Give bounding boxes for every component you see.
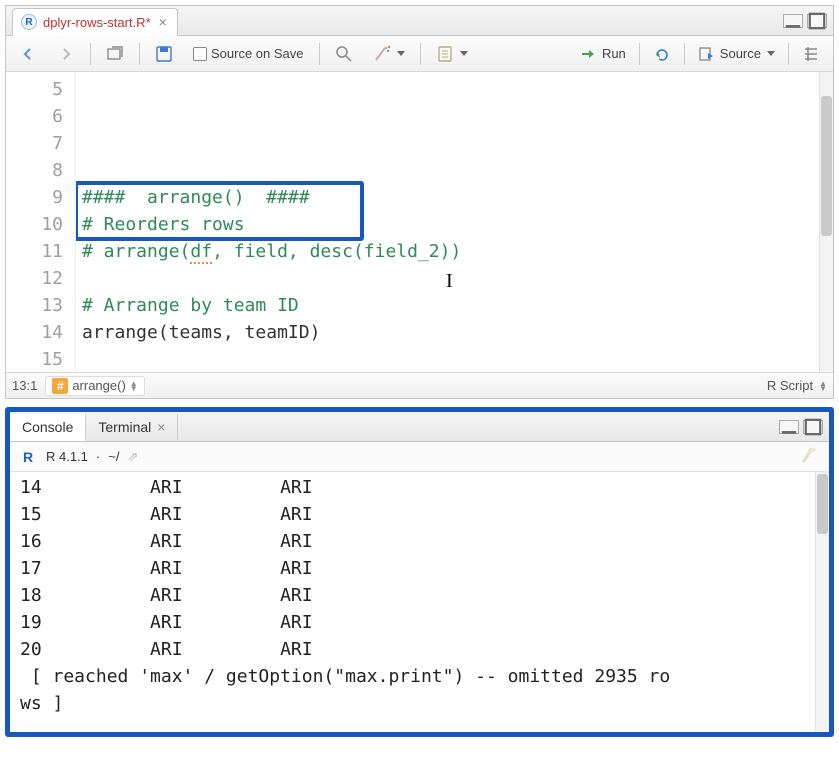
code-line[interactable]: arrange(teams, teamID) — [82, 319, 813, 346]
editor-body[interactable]: 56789101112131415 #### arrange() ##### R… — [6, 72, 833, 372]
r-file-icon: R — [21, 14, 37, 30]
dot-separator: · — [96, 449, 100, 464]
editor-tab[interactable]: R dplyr-rows-start.R* × — [12, 8, 178, 36]
save-button[interactable] — [148, 41, 180, 67]
popout-icon[interactable]: ⇗ — [127, 449, 138, 465]
code-line[interactable] — [82, 346, 813, 372]
terminal-tab[interactable]: Terminal × — [86, 414, 178, 440]
editor-statusbar: 13:1 # arrange() ▲▼ R Script ▲▼ — [6, 372, 833, 398]
console-tab[interactable]: Console — [10, 414, 86, 441]
chevron-down-icon — [460, 51, 468, 56]
close-tab-icon[interactable]: × — [157, 14, 169, 30]
source-button[interactable]: Source — [691, 41, 782, 67]
editor-scrollbar[interactable] — [819, 72, 833, 372]
section-name: arrange() — [72, 378, 125, 393]
working-dir-label: ~/ — [108, 449, 119, 464]
editor-tab-label: dplyr-rows-start.R* — [43, 15, 151, 30]
source-label: Source — [720, 46, 761, 61]
sort-arrows-icon: ▲▼ — [819, 381, 827, 391]
editor-toolbar: Source on Save Run Source — [6, 36, 833, 72]
minimize-pane-button[interactable] — [783, 14, 803, 28]
cursor-position: 13:1 — [12, 378, 37, 393]
file-type-label: R Script — [767, 378, 813, 393]
selection-highlight — [76, 181, 364, 241]
maximize-pane-button[interactable] — [807, 14, 827, 28]
chevron-down-icon — [397, 51, 405, 56]
text-cursor-icon: I — [446, 268, 453, 295]
console-output[interactable]: 14 ARI ARI 15 ARI ARI 16 ARI ARI 17 ARI … — [10, 472, 829, 732]
run-label: Run — [602, 46, 626, 61]
code-area[interactable]: #### arrange() ##### Reorders rows# arra… — [76, 72, 819, 372]
code-tools-button[interactable] — [366, 41, 412, 67]
console-header: R R 4.1.1 · ~/ ⇗ — [10, 442, 829, 472]
run-button[interactable]: Run — [573, 41, 633, 67]
forward-button[interactable] — [50, 41, 82, 67]
minimize-pane-button[interactable] — [779, 420, 799, 434]
code-line[interactable]: # arrange(df, field, desc(field_2)) — [82, 238, 813, 265]
find-button[interactable] — [328, 41, 360, 67]
console-tabbar: Console Terminal × — [10, 412, 829, 442]
rerun-button[interactable] — [646, 41, 678, 67]
source-on-save-label: Source on Save — [211, 46, 304, 61]
outline-button[interactable] — [795, 41, 827, 67]
chevron-down-icon — [767, 51, 775, 56]
close-icon[interactable]: × — [157, 419, 165, 435]
console-text: 14 ARI ARI 15 ARI ARI 16 ARI ARI 17 ARI … — [20, 474, 819, 717]
sort-arrows-icon: ▲▼ — [130, 381, 138, 391]
clear-console-icon[interactable] — [801, 451, 821, 466]
source-on-save-checkbox[interactable]: Source on Save — [186, 42, 311, 65]
editor-tabbar: R dplyr-rows-start.R* × — [6, 6, 833, 36]
maximize-pane-button[interactable] — [803, 420, 823, 434]
console-highlight-outline: Console Terminal × R R 4.1.1 · ~/ ⇗ — [5, 407, 834, 737]
code-line[interactable]: # Arrange by team ID — [82, 292, 813, 319]
console-scrollbar[interactable] — [815, 472, 829, 732]
section-hash-icon: # — [52, 378, 68, 394]
notebook-button[interactable] — [429, 41, 475, 67]
console-panel: Console Terminal × R R 4.1.1 · ~/ ⇗ — [10, 412, 829, 732]
editor-panel: R dplyr-rows-start.R* × Source on Save — [5, 5, 834, 399]
terminal-tab-label: Terminal — [98, 419, 151, 435]
back-button[interactable] — [12, 41, 44, 67]
show-in-new-window-button[interactable] — [99, 41, 131, 67]
scrollbar-thumb[interactable] — [817, 474, 828, 534]
line-gutter: 56789101112131415 — [6, 72, 76, 372]
checkbox-icon — [193, 47, 207, 61]
section-navigator[interactable]: # arrange() ▲▼ — [45, 376, 144, 396]
r-logo-icon: R — [18, 448, 38, 466]
scrollbar-thumb[interactable] — [821, 96, 832, 236]
r-version-label: R 4.1.1 — [46, 449, 88, 464]
console-tab-label: Console — [22, 419, 73, 435]
